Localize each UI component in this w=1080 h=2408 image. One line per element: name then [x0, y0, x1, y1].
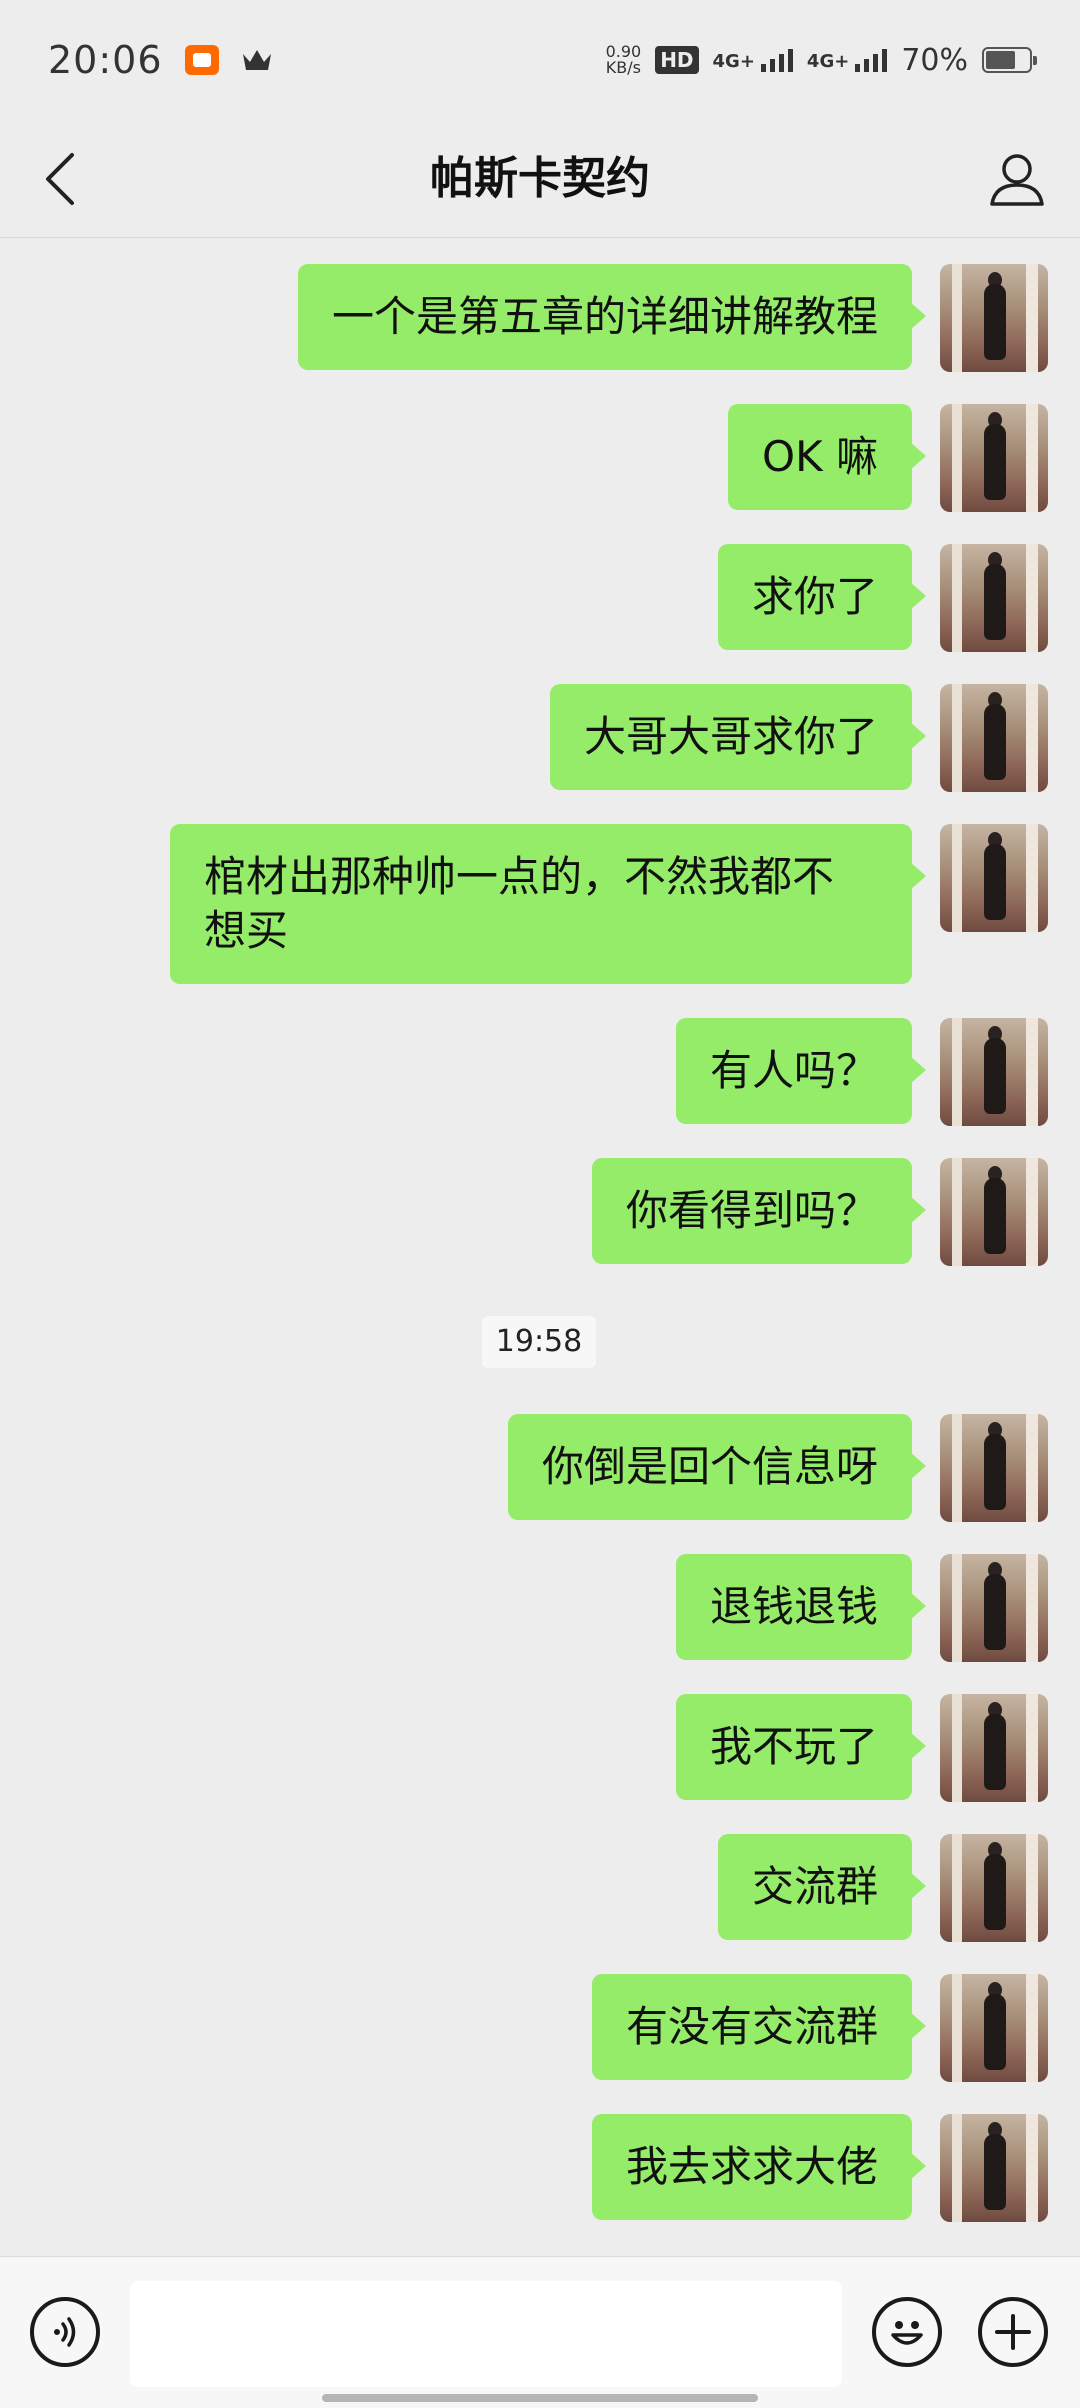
net-speed: 0.90 KB/s: [605, 42, 642, 77]
battery-percent: 70%: [901, 42, 968, 78]
avatar[interactable]: [940, 2114, 1048, 2222]
avatar[interactable]: [940, 1694, 1048, 1802]
avatar[interactable]: [940, 264, 1048, 372]
message-bubble[interactable]: 求你了: [717, 544, 927, 650]
message-bubble[interactable]: 大哥大哥求你了: [549, 684, 927, 790]
chevron-left-icon: [46, 153, 74, 205]
message-bubble[interactable]: 我不玩了: [675, 1694, 927, 1800]
message-bubble[interactable]: 退钱退钱: [675, 1554, 927, 1660]
avatar[interactable]: [940, 1834, 1048, 1942]
battery-icon: [982, 47, 1037, 73]
voice-button[interactable]: [30, 2297, 100, 2367]
avatar[interactable]: [940, 824, 1048, 932]
message-bubble[interactable]: 棺材出那种帅一点的，不然我都不 想买: [170, 824, 926, 984]
message-bubble[interactable]: 交流群: [717, 1834, 927, 1940]
message-bubble[interactable]: 有人吗？: [675, 1018, 927, 1124]
input-bar: [0, 2256, 1080, 2408]
chat-title: 帕斯卡契约: [430, 153, 650, 204]
plus-icon: [995, 2314, 1031, 2350]
avatar[interactable]: [940, 1974, 1048, 2082]
avatar[interactable]: [940, 684, 1048, 792]
avatar[interactable]: [940, 1414, 1048, 1522]
back-button[interactable]: [30, 144, 90, 214]
avatar[interactable]: [940, 544, 1048, 652]
emoji-icon: [891, 2321, 923, 2345]
avatar[interactable]: [940, 1158, 1048, 1266]
profile-button[interactable]: [982, 144, 1052, 214]
message-bubble[interactable]: 有没有交流群: [591, 1974, 927, 2080]
avatar[interactable]: [940, 1554, 1048, 1662]
emoji-button[interactable]: [872, 2297, 942, 2367]
chat-header: 帕斯卡契约: [0, 120, 1080, 238]
hd-badge: HD: [655, 46, 699, 74]
message-bubble[interactable]: 你倒是回个信息呀: [507, 1414, 927, 1520]
app-notification-icon: [184, 45, 219, 75]
avatar[interactable]: [940, 1018, 1048, 1126]
home-indicator[interactable]: [322, 2394, 758, 2402]
message-bubble[interactable]: OK 嘛: [728, 404, 926, 510]
message-bubble[interactable]: 我去求求大佬: [591, 2114, 927, 2220]
status-bar: 20:06 0.90 KB/s HD 4G+ 4G+ 70%: [0, 0, 1080, 120]
message-input[interactable]: [130, 2281, 842, 2387]
status-time: 20:06: [48, 38, 163, 82]
plus-button[interactable]: [978, 2297, 1048, 2367]
voice-icon: [54, 2317, 76, 2347]
time-separator: 19:58: [482, 1316, 596, 1368]
message-bubble[interactable]: 一个是第五章的详细讲解教程: [297, 264, 927, 370]
avatar[interactable]: [940, 404, 1048, 512]
message-bubble[interactable]: 你看得到吗？: [591, 1158, 927, 1264]
signal-icon-1: 4G+: [713, 48, 793, 72]
crown-icon: [242, 50, 271, 70]
signal-icon-2: 4G+: [807, 48, 888, 72]
person-icon: [990, 154, 1044, 206]
